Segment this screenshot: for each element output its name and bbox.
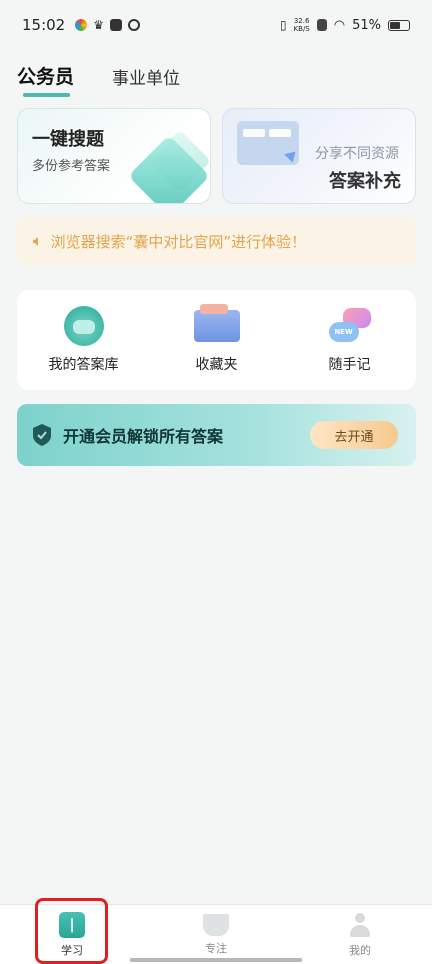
nav-label-study: 学习: [61, 943, 83, 957]
battery-icon: [388, 19, 410, 31]
answer-supplement-card[interactable]: 分享不同资源 答案补充: [222, 108, 416, 204]
answer-supplement-subtitle: 分享不同资源: [315, 146, 399, 162]
notice-bar[interactable]: 🔈︎ 浏览器搜索“囊中对比官网”进行体验！: [17, 217, 416, 265]
tab-public-institution[interactable]: 事业单位: [112, 64, 180, 97]
membership-banner[interactable]: 开通会员解锁所有答案 去开通: [17, 404, 416, 466]
crown-icon: ♛: [93, 18, 104, 32]
badge-icon: [31, 423, 53, 447]
search-question-card[interactable]: 一键搜题 多份参考答案: [17, 108, 211, 204]
diamond-icon: [127, 134, 210, 203]
quick-action-notes[interactable]: NEW 随手记: [295, 306, 405, 374]
link-app-icon: [128, 19, 140, 31]
notice-text: 浏览器搜索“囊中对比官网”进行体验！: [50, 232, 307, 251]
play-app-icon: [110, 19, 122, 31]
tab-civil-servant[interactable]: 公务员: [17, 62, 74, 97]
cup-icon: [203, 913, 229, 936]
status-right: ▯ 32.6 KB/S ◠ 51%: [280, 17, 410, 33]
book-icon: |: [59, 911, 85, 938]
speaker-icon: 🔈︎: [33, 231, 43, 250]
status-time: 15:02: [22, 16, 66, 34]
net-speed-value: 32.6: [293, 17, 310, 25]
answer-supplement-title: 答案补充: [329, 171, 401, 192]
network-speed: 32.6 KB/S: [294, 17, 310, 33]
category-tabs: 公务员 事业单位: [17, 62, 180, 97]
quick-actions-panel: 我的答案库 收藏夹 NEW 随手记: [17, 290, 416, 390]
quick-action-label: 收藏夹: [195, 357, 238, 373]
membership-text: 开通会员解锁所有答案: [63, 427, 224, 446]
activate-membership-button[interactable]: 去开通: [310, 421, 398, 449]
bottom-nav: | 学习 专注 我的: [0, 904, 432, 964]
status-bar: 15:02 ♛ ▯ 32.6 KB/S ◠ 51%: [0, 0, 432, 50]
home-indicator: [130, 958, 302, 962]
frog-icon: [61, 306, 107, 346]
net-speed-unit: KB/S: [293, 25, 310, 33]
new-badge: NEW: [328, 322, 359, 342]
app-notification-icon: [75, 19, 88, 31]
wifi-icon: ◠: [333, 17, 346, 33]
quick-action-label: 随手记: [328, 357, 371, 373]
vibrate-icon: ▯: [279, 18, 287, 32]
nav-item-mine[interactable]: 我的: [315, 912, 405, 958]
nav-item-study[interactable]: | 学习: [27, 911, 117, 958]
folder-icon: [193, 304, 240, 346]
quick-action-favorites[interactable]: 收藏夹: [162, 304, 272, 374]
sim-icon: [316, 19, 327, 31]
user-icon: [347, 912, 373, 938]
search-question-subtitle: 多份参考答案: [32, 159, 111, 174]
status-left: 15:02 ♛: [22, 16, 140, 34]
quick-action-label: 我的答案库: [48, 357, 119, 373]
nav-item-focus[interactable]: 专注: [171, 913, 261, 956]
nav-label-focus: 专注: [205, 941, 227, 955]
battery-percent: 51%: [352, 17, 381, 33]
nav-label-mine: 我的: [349, 943, 371, 957]
chat-bubbles-icon: NEW: [327, 306, 373, 346]
quick-action-answer-library[interactable]: 我的答案库: [29, 306, 139, 374]
search-question-title: 一键搜题: [32, 129, 104, 150]
